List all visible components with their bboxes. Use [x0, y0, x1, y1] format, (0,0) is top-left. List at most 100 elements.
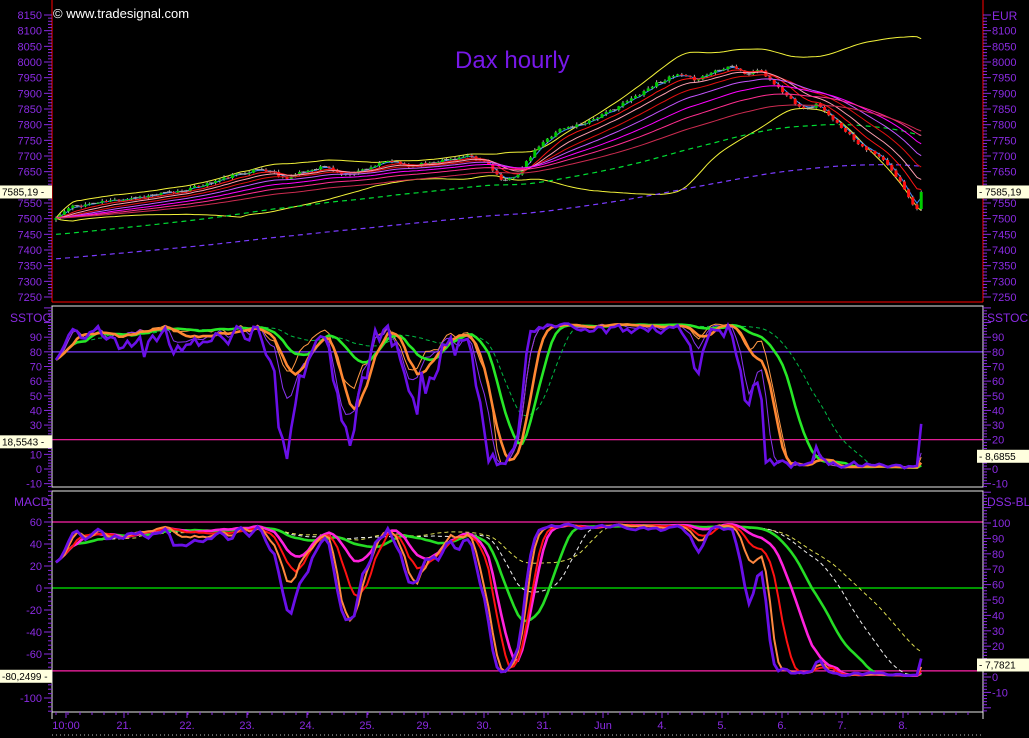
candle-up — [63, 211, 66, 214]
dss-white-dashed — [56, 525, 921, 675]
sstoc-label-left-tick: 80 — [30, 347, 42, 359]
price-label-left: 8050 — [18, 41, 42, 53]
candle-up — [529, 157, 532, 161]
candle-up — [668, 77, 671, 81]
sstoc-label-left-tick: 0 — [36, 464, 42, 476]
candle-up — [617, 106, 620, 110]
candle-down — [328, 167, 331, 168]
candle-up — [533, 150, 536, 157]
price-label-right: 7950 — [992, 73, 1016, 85]
candle-down — [391, 161, 394, 162]
price-label-left: 7350 — [18, 261, 42, 273]
time-label: 25. — [359, 720, 374, 732]
candle-up — [101, 201, 104, 203]
time-label: 21. — [116, 720, 131, 732]
price-label-left: 7650 — [18, 167, 42, 179]
dss-green — [56, 525, 921, 675]
macd-label-left-tick: -60 — [26, 649, 42, 661]
macd-label-right-tick: 80 — [992, 549, 1004, 561]
sstoc-panel — [52, 324, 983, 469]
candle-up — [630, 98, 633, 101]
price-label-left: 7850 — [18, 104, 42, 116]
candle-up — [512, 177, 515, 178]
macd-panel — [52, 522, 983, 676]
candle-down — [895, 170, 898, 176]
candle-down — [265, 170, 268, 172]
macd-label-right-tick: 40 — [992, 610, 1004, 622]
sstoc-label-left-tick: 40 — [30, 405, 42, 417]
candle-up — [655, 82, 658, 86]
candle-up — [676, 74, 679, 76]
candle-up — [386, 161, 389, 162]
candle-up — [214, 181, 217, 183]
price-label-right: 7550 — [992, 198, 1016, 210]
candle-up — [706, 75, 709, 76]
sstoc-label-left-tick: 60 — [30, 376, 42, 388]
price-label-right: 7900 — [992, 88, 1016, 100]
ma-purple-dashed — [56, 165, 921, 259]
candle-down — [836, 120, 839, 123]
ma-deeppink — [56, 94, 921, 218]
candle-up — [546, 139, 549, 142]
candle-up — [462, 157, 465, 158]
candle-down — [844, 128, 847, 132]
candle-down — [781, 87, 784, 92]
macd-label-right-tick: 0 — [992, 672, 998, 684]
sstoc-label-left-tick: -10 — [26, 479, 42, 491]
candle-down — [857, 140, 860, 144]
time-label: 8. — [898, 720, 907, 732]
candle-down — [689, 76, 692, 77]
watermark: © www.tradesignal.com — [53, 6, 189, 21]
dss-last-value-right: - 7,7821 — [979, 661, 1016, 672]
price-label-right: 7300 — [992, 276, 1016, 288]
candle-up — [84, 204, 87, 206]
price-label-left: 7900 — [18, 88, 42, 100]
time-label: 22. — [179, 720, 194, 732]
sstoc-label-right-tick: 90 — [992, 332, 1004, 344]
candle-up — [218, 180, 221, 181]
time-label: 5. — [717, 720, 726, 732]
price-unit-label: EUR — [992, 9, 1018, 23]
candle-up — [361, 169, 364, 170]
candle-up — [554, 132, 557, 136]
candle-up — [235, 174, 238, 175]
candle-up — [223, 177, 226, 179]
sstoc-label-left-tick: 10 — [30, 449, 42, 461]
candle-up — [248, 173, 251, 174]
candle-up — [508, 178, 511, 180]
price-label-right: 7400 — [992, 245, 1016, 257]
candle-up — [575, 124, 578, 126]
price-label-left: 7500 — [18, 214, 42, 226]
candle-up — [584, 123, 587, 124]
macd-label-right-tick: 60 — [992, 580, 1004, 592]
candle-up — [441, 160, 444, 163]
time-label: 31. — [536, 720, 551, 732]
time-label: 10:00 — [52, 720, 80, 732]
candle-up — [466, 155, 469, 156]
candle-up — [626, 101, 629, 103]
candle-up — [525, 161, 528, 167]
candle-up — [601, 114, 604, 118]
price-label-left: 7700 — [18, 151, 42, 163]
candle-up — [605, 112, 608, 114]
candle-up — [567, 127, 570, 128]
candle-down — [735, 66, 738, 68]
price-label-left: 7950 — [18, 73, 42, 85]
candle-down — [916, 205, 919, 209]
candle-up — [97, 203, 100, 204]
macd-label-right: DSS-BLA — [987, 495, 1029, 509]
price-label-right: 7350 — [992, 261, 1016, 273]
candle-down — [874, 151, 877, 154]
sstoc-label-left-tick: 70 — [30, 361, 42, 373]
sstoc-label-left-tick: 30 — [30, 420, 42, 432]
candle-up — [727, 67, 730, 69]
candle-down — [802, 107, 805, 109]
axes: 7250725073007300735073507400740074507450… — [18, 0, 1017, 712]
macd-label-right-tick: -10 — [992, 687, 1008, 699]
price-label-left: 7250 — [18, 292, 42, 304]
price-label-left: 7800 — [18, 120, 42, 132]
price-label-right: 7850 — [992, 104, 1016, 116]
candle-down — [848, 132, 851, 134]
candle-down — [840, 123, 843, 128]
sstoc-last-value-right: - 8,6855 — [979, 452, 1016, 463]
